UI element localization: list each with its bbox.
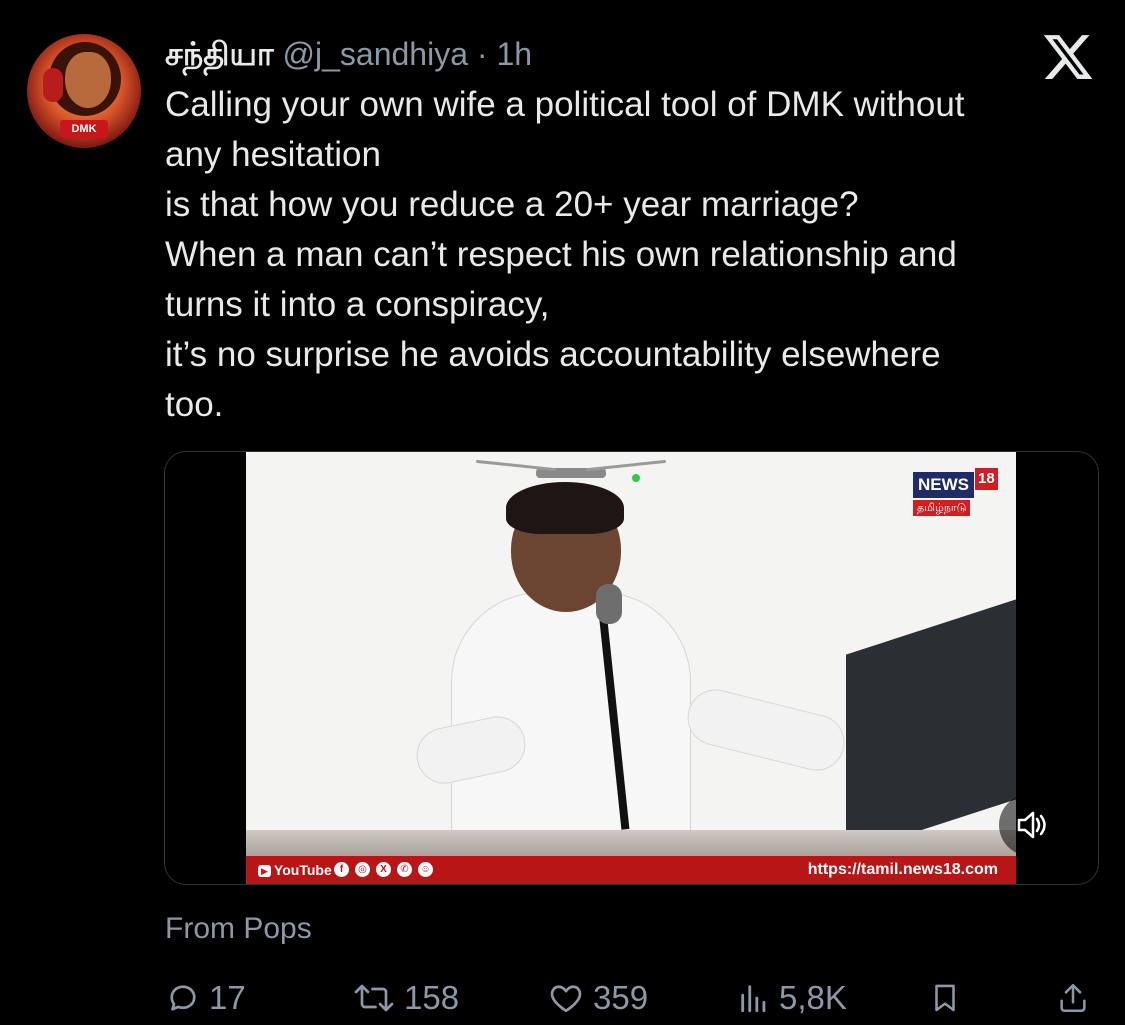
- bookmark-icon: [935, 984, 955, 1012]
- stage-edge: [246, 830, 1016, 858]
- speaker-arm-right: [681, 683, 851, 777]
- video-player[interactable]: NEWS 18 தமிழ்நாடு ▶ YouTube f ◎ X ✆ ☺ htt…: [164, 451, 1099, 885]
- tweet-text: Calling your own wife a political tool o…: [165, 80, 1105, 430]
- like-button[interactable]: 359: [547, 975, 648, 1021]
- youtube-label: ▶ YouTube: [258, 861, 332, 879]
- avatar[interactable]: DMK: [27, 34, 141, 148]
- volume-button[interactable]: [999, 794, 1061, 856]
- volume-icon: [1017, 811, 1046, 839]
- tweet-header: சந்தியா @j_sandhiya · 1h: [165, 34, 532, 74]
- snapchat-icon: ☺: [418, 862, 433, 877]
- microphone: [596, 584, 622, 624]
- avatar-badge: DMK: [60, 120, 108, 138]
- news18-logo-number: 18: [975, 468, 998, 490]
- like-count: 359: [593, 979, 649, 1016]
- repost-icon: [354, 984, 394, 1012]
- tweet-text-line: it’s no surprise he avoids accountabilit…: [165, 335, 941, 374]
- youtube-play-icon: ▶: [258, 865, 271, 878]
- tweet-text-line: turns it into a conspiracy,: [165, 285, 550, 324]
- tweet-text-line: Calling your own wife a political tool o…: [165, 85, 965, 124]
- x-logo-icon[interactable]: [1040, 30, 1096, 84]
- music-stand-graphic: [846, 599, 1016, 855]
- speaker-hair: [506, 482, 624, 534]
- tweet-text-line: too.: [165, 385, 224, 424]
- youtube-text: YouTube: [273, 862, 332, 878]
- source-label[interactable]: From Pops: [165, 910, 312, 948]
- avatar-headphone: [43, 68, 63, 102]
- social-icons: f ◎ X ✆ ☺: [334, 862, 433, 877]
- news18-logo-subtitle: தமிழ்நாடு: [913, 500, 971, 516]
- views-count: 5,8K: [779, 979, 847, 1016]
- share-icon: [1060, 983, 1086, 1013]
- reply-count: 17: [209, 979, 246, 1016]
- tweet-text-line: is that how you reduce a 20+ year marria…: [165, 185, 859, 224]
- news18-logo-text: NEWS: [913, 472, 974, 498]
- tweet-text-line: When a man can’t respect his own relatio…: [165, 235, 957, 274]
- facebook-icon: f: [334, 862, 349, 877]
- share-button[interactable]: [1056, 975, 1090, 1021]
- like-icon: [550, 985, 582, 1013]
- repost-button[interactable]: 158: [352, 975, 459, 1021]
- repost-count: 158: [404, 979, 460, 1016]
- views-icon: [741, 985, 766, 1013]
- author-name[interactable]: சந்தியா: [165, 36, 274, 72]
- reply-button[interactable]: 17: [165, 975, 246, 1021]
- avatar-face: [65, 52, 111, 108]
- news18-logo: NEWS 18 தமிழ்நாடு: [913, 468, 999, 518]
- views-button[interactable]: 5,8K: [737, 975, 847, 1021]
- x-icon: X: [376, 862, 391, 877]
- header-separator: ·: [476, 36, 488, 72]
- author-handle[interactable]: @j_sandhiya: [283, 36, 468, 72]
- tweet-text-line: any hesitation: [165, 135, 381, 174]
- instagram-icon: ◎: [355, 862, 370, 877]
- news-ticker: ▶ YouTube f ◎ X ✆ ☺ https://tamil.news18.…: [246, 856, 1016, 884]
- video-frame[interactable]: NEWS 18 தமிழ்நாடு ▶ YouTube f ◎ X ✆ ☺ htt…: [246, 452, 1016, 884]
- action-bar: 17 158 359 5,8K: [0, 975, 1125, 1021]
- drone-graphic: [476, 459, 666, 482]
- tweet-time[interactable]: 1h: [496, 36, 532, 72]
- bookmark-button[interactable]: [928, 975, 962, 1021]
- ticker-url: https://tamil.news18.com: [807, 861, 998, 878]
- reply-icon: [170, 985, 196, 1011]
- whatsapp-icon: ✆: [397, 862, 412, 877]
